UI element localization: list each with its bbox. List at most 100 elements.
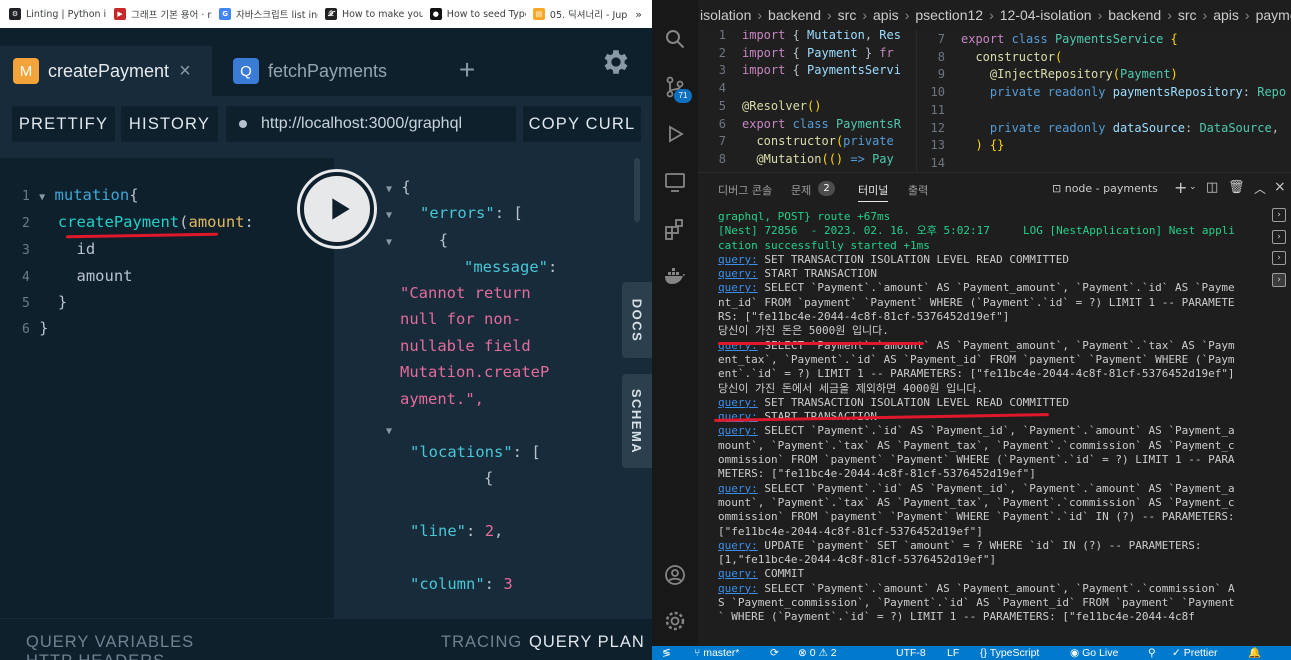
colon: : bbox=[484, 575, 494, 593]
bookmarks-more-button[interactable]: » bbox=[629, 8, 648, 21]
remote-icon[interactable]: ≶ bbox=[662, 646, 671, 660]
line-number: 3 bbox=[718, 63, 726, 78]
collapse-arrow-icon[interactable]: ▼ bbox=[386, 426, 392, 437]
bookmark-item[interactable]: G 자바스크립트 list ind... bbox=[214, 2, 318, 26]
breadcrumb-segment[interactable]: backend bbox=[768, 7, 821, 23]
encoding-indicator[interactable]: UTF-8 bbox=[896, 646, 926, 660]
tab-output[interactable]: 출력 bbox=[908, 182, 928, 198]
remote-explorer-icon[interactable] bbox=[663, 170, 687, 194]
bookmark-item[interactable]: ⚙ Linting | Python in... bbox=[4, 2, 107, 26]
run-debug-icon[interactable] bbox=[663, 122, 687, 146]
breadcrumb-segment[interactable]: src bbox=[1178, 7, 1197, 23]
docker-icon[interactable] bbox=[663, 264, 687, 288]
endpoint-url-input[interactable]: http://localhost:3000/graphql bbox=[226, 106, 516, 142]
http-headers-tab[interactable]: HTTP HEADERS bbox=[26, 652, 165, 660]
collapse-arrow-icon[interactable]: ▼ bbox=[386, 237, 392, 248]
bookmark-item[interactable]: ▶ 그래프 기본 용어 · ra... bbox=[109, 2, 212, 26]
language-indicator[interactable]: {} TypeScript bbox=[980, 646, 1039, 660]
sync-icon[interactable]: ⟳ bbox=[770, 646, 779, 660]
chevron-down-icon[interactable]: ⌄ bbox=[1189, 182, 1197, 192]
breadcrumb-segment[interactable]: isolation bbox=[700, 7, 751, 23]
graphql-playground: ⚙ Linting | Python in... ▶ 그래프 기본 용어 · ra..… bbox=[0, 0, 652, 660]
bookmark-item[interactable]: 𝓧 How to make your... bbox=[320, 2, 423, 26]
breadcrumb-segment[interactable]: src bbox=[838, 7, 857, 23]
new-terminal-icon[interactable]: + bbox=[1174, 178, 1187, 197]
manage-gear-icon[interactable] bbox=[663, 609, 687, 633]
tab-fetch-payments[interactable]: Q fetchPayments bbox=[220, 46, 430, 96]
extensions-icon[interactable] bbox=[663, 217, 687, 241]
breadcrumb-segment[interactable]: psection12 bbox=[915, 7, 983, 23]
prettier-indicator[interactable]: ✓ Prettier bbox=[1172, 646, 1218, 660]
breadcrumb-segment[interactable]: apis bbox=[873, 7, 899, 23]
prettify-button[interactable]: PRETTIFY bbox=[12, 106, 115, 142]
close-icon[interactable]: × bbox=[179, 60, 191, 83]
collapse-arrow-icon[interactable]: ▼ bbox=[386, 184, 392, 195]
breadcrumb-segment[interactable]: payments bbox=[1256, 7, 1291, 23]
broadcast-icon[interactable]: ⚲ bbox=[1148, 646, 1156, 660]
tab-create-payment[interactable]: M createPayment × bbox=[0, 46, 212, 96]
terminal-instance-icon[interactable]: › bbox=[1272, 230, 1286, 244]
editor-pane-left[interactable]: 1 import { Mutation, Res 2 import { Payment… bbox=[698, 24, 916, 172]
editor-pane-right[interactable]: 7 export class PaymentsService {8 constru… bbox=[916, 24, 1291, 172]
play-button[interactable] bbox=[300, 172, 374, 246]
docs-tab[interactable]: DOCS bbox=[622, 282, 652, 358]
add-tab-button[interactable]: + bbox=[444, 50, 490, 90]
panel-tabs: 디버그 콘솔 문제 2 터미널 출력 ⊡ node - payments + ⌄… bbox=[698, 176, 1291, 204]
tab-terminal[interactable]: 터미널 bbox=[858, 182, 889, 202]
code-line: 8 @Mutation(() => Pay bbox=[698, 152, 894, 166]
gear-icon[interactable] bbox=[600, 46, 632, 78]
go-live-button[interactable]: ◉ Go Live bbox=[1070, 646, 1118, 660]
line-number: 6 bbox=[22, 322, 30, 337]
search-icon[interactable] bbox=[663, 27, 687, 51]
terminal-instance-icon[interactable]: › bbox=[1272, 273, 1286, 287]
code-line: 4 bbox=[698, 81, 742, 95]
breadcrumb-segment[interactable]: 12-04-isolation bbox=[1000, 7, 1092, 23]
maximize-panel-icon[interactable]: ︿ bbox=[1254, 180, 1266, 197]
breadcrumb-segment[interactable]: apis bbox=[1213, 7, 1239, 23]
terminal-dropdown[interactable]: ⊡ node - payments bbox=[1052, 182, 1158, 195]
trash-icon[interactable]: 🗑 bbox=[1228, 180, 1245, 195]
code-token: paymentsRepository bbox=[1112, 85, 1243, 100]
tab-label: fetchPayments bbox=[268, 60, 388, 81]
tab-debug-console[interactable]: 디버그 콘솔 bbox=[718, 182, 772, 198]
line-key: "line" bbox=[410, 522, 466, 540]
terminal-line: query: SET TRANSACTION ISOLATION LEVEL R… bbox=[718, 396, 1238, 410]
terminal-instance-icon[interactable]: › bbox=[1272, 251, 1286, 265]
schema-tab[interactable]: SCHEMA bbox=[622, 374, 652, 468]
code-token: Payment bbox=[1119, 67, 1171, 82]
close-panel-icon[interactable]: × bbox=[1274, 179, 1286, 195]
account-icon[interactable] bbox=[663, 563, 687, 587]
branch-indicator[interactable]: ⑂ master* bbox=[694, 646, 739, 660]
terminal-line: query: SELECT `Payment`.`id` AS `Payment… bbox=[718, 482, 1238, 539]
tab-problems[interactable]: 문제 bbox=[791, 182, 811, 198]
bookmark-label: 05. 딕셔너리 - Jupy... bbox=[549, 10, 628, 21]
problems-indicator[interactable]: ⊗ 0 ⚠ 2 bbox=[798, 646, 837, 660]
column-key: "column" bbox=[410, 575, 485, 593]
split-terminal-icon[interactable]: ◫ bbox=[1206, 180, 1218, 195]
collapse-arrow-icon[interactable]: ▼ bbox=[386, 210, 392, 221]
id-field: id bbox=[76, 240, 96, 258]
code-token: Repo bbox=[1257, 85, 1287, 100]
code-token: PaymentsService bbox=[1054, 32, 1171, 46]
bookmark-item[interactable]: ● How to seed Type... bbox=[425, 2, 526, 26]
collapse-arrow-icon[interactable]: ▼ bbox=[39, 192, 45, 203]
query-editor[interactable]: 1 ▼ mutation{ 2 createPayment(amount: 3 … bbox=[0, 158, 334, 618]
breadcrumb-separator: › bbox=[1202, 7, 1208, 23]
eol-indicator[interactable]: LF bbox=[947, 646, 959, 660]
copy-curl-button[interactable]: COPY CURL bbox=[523, 106, 641, 142]
history-button[interactable]: HISTORY bbox=[121, 106, 218, 142]
code-line: 9 @InjectRepository(Payment) bbox=[917, 67, 1178, 81]
scrollbar[interactable] bbox=[634, 158, 640, 222]
terminal-instance-icon[interactable]: › bbox=[1272, 208, 1286, 222]
terminal-output[interactable]: graphql, POST} route +67ms [Nest] 72856 -… bbox=[718, 210, 1238, 646]
bottom-panel-bar: QUERY VARIABLES HTTP HEADERS TRACING QUE… bbox=[0, 618, 652, 660]
brace: } bbox=[57, 293, 68, 311]
bookmark-item[interactable]: ▤ 05. 딕셔너리 - Jupy... bbox=[528, 2, 627, 26]
notification-icon[interactable]: 🔔 bbox=[1248, 646, 1261, 660]
tracing-tab[interactable]: TRACING bbox=[441, 633, 522, 652]
query-variables-tab[interactable]: QUERY VARIABLES bbox=[26, 633, 194, 652]
breadcrumb-segment[interactable]: backend bbox=[1108, 7, 1161, 23]
query-plan-tab[interactable]: QUERY PLAN bbox=[529, 633, 645, 652]
